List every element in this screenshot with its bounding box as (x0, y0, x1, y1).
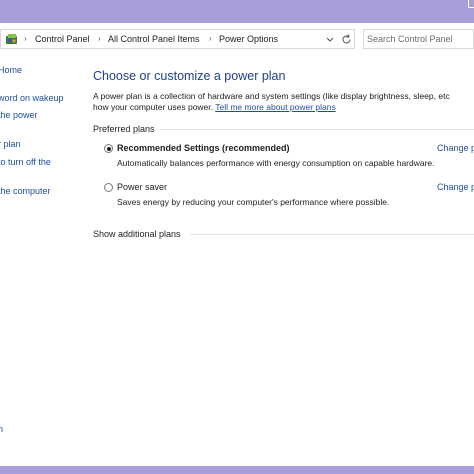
main-content: Choose or customize a power plan A power… (78, 53, 474, 466)
plan-description: Automatically balances performance with … (117, 158, 435, 168)
divider (160, 129, 474, 130)
chevron-down-icon[interactable] (323, 33, 337, 46)
preferred-plans-label: Preferred plans (93, 124, 155, 134)
breadcrumb-separator-icon: › (98, 34, 101, 43)
search-input[interactable] (367, 32, 472, 46)
plan-description: Saves energy by reducing your computer's… (117, 197, 390, 207)
divider (190, 234, 474, 235)
breadcrumb-separator-icon: › (209, 34, 212, 43)
plan-radio-recommended[interactable] (104, 144, 113, 153)
power-plans-help-link[interactable]: Tell me more about power plans (215, 102, 335, 112)
sidebar-item-create-plan[interactable]: r plan (0, 139, 21, 149)
sidebar-item-see-also[interactable]: n (0, 424, 3, 434)
breadcrumb-separator-icon: › (24, 34, 27, 43)
sidebar-item-computer-sleeps[interactable]: the computer (0, 186, 51, 196)
radio-selected-dot (106, 146, 111, 151)
change-plan-settings-link[interactable]: Change p (437, 182, 474, 192)
address-row: › Control Panel › All Control Panel Item… (0, 23, 474, 53)
sidebar-item-turn-off-display[interactable]: to turn off the (0, 157, 51, 167)
description-line: how your computer uses power. Tell me mo… (93, 102, 474, 113)
control-panel-icon (6, 34, 17, 44)
close-button-edge[interactable] (468, 0, 474, 8)
plan-radio-power-saver[interactable] (104, 183, 113, 192)
refresh-icon[interactable] (340, 33, 353, 46)
change-plan-settings-link[interactable]: Change p (437, 143, 474, 153)
page-title: Choose or customize a power plan (93, 69, 286, 83)
description-line: A power plan is a collection of hardware… (93, 91, 450, 101)
sidebar-item-require-password[interactable]: word on wakeup (0, 93, 64, 103)
sidebar: Home word on wakeup the power r plan to … (0, 53, 78, 466)
breadcrumb-all-items[interactable]: All Control Panel Items (108, 34, 200, 44)
window-titlebar (0, 0, 474, 23)
description-text: how your computer uses power. (93, 102, 214, 112)
sidebar-item-power-buttons[interactable]: the power (0, 110, 38, 120)
show-additional-plans-toggle[interactable]: Show additional plans (93, 229, 181, 239)
plan-name: Recommended Settings (recommended) (117, 143, 290, 153)
page-description: A power plan is a collection of hardware… (93, 91, 474, 113)
sidebar-item-home[interactable]: Home (0, 65, 22, 75)
search-box[interactable] (363, 29, 474, 49)
window-bottom-bar (0, 466, 474, 474)
breadcrumb-power-options[interactable]: Power Options (219, 34, 278, 44)
breadcrumb-control-panel[interactable]: Control Panel (35, 34, 90, 44)
address-bar[interactable]: › Control Panel › All Control Panel Item… (0, 29, 355, 49)
plan-name: Power saver (117, 182, 168, 192)
